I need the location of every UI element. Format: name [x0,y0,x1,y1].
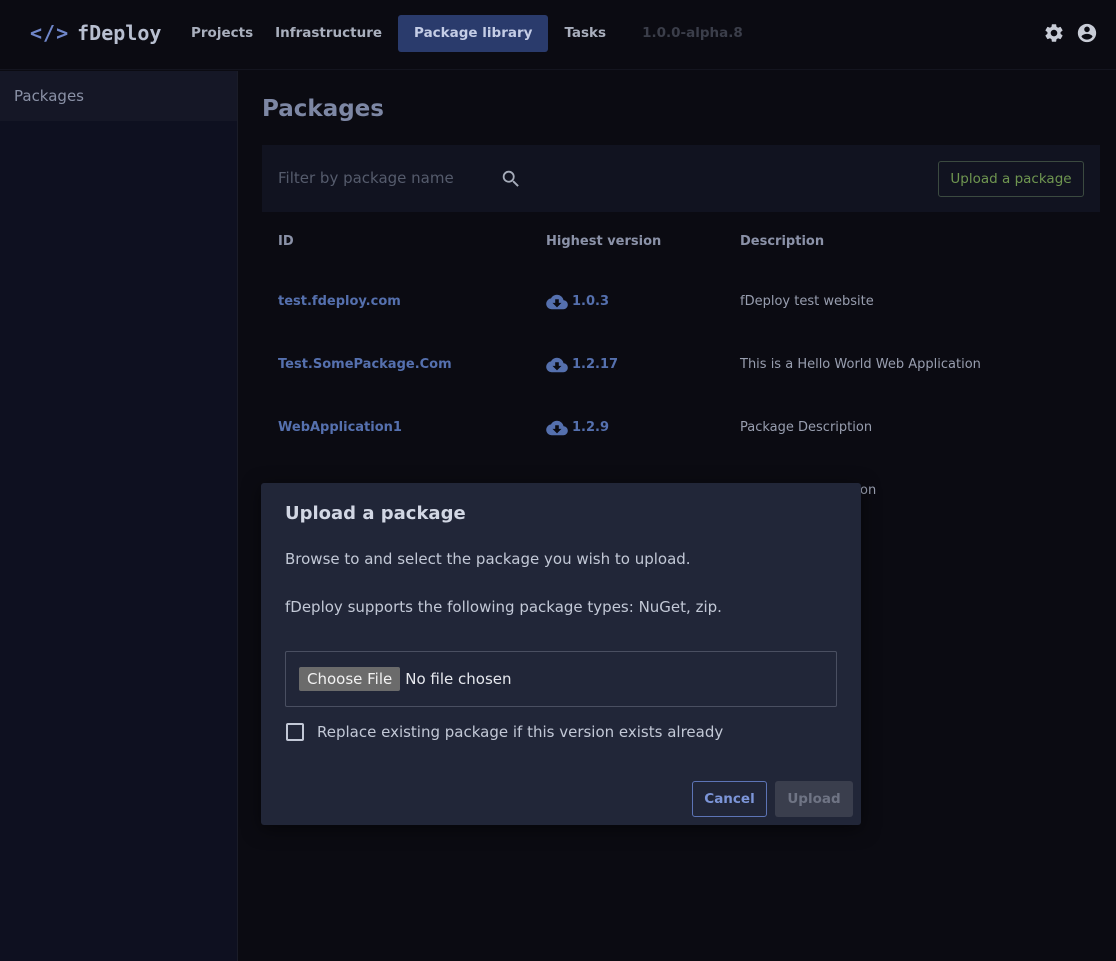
replace-existing-checkbox[interactable] [286,723,304,741]
replace-existing-label: Replace existing package if this version… [317,723,724,741]
sidebar-item-packages[interactable]: Packages [0,71,237,121]
nav-package-library[interactable]: Package library [398,15,549,52]
filter-input[interactable] [262,158,512,198]
account-circle-icon[interactable] [1076,22,1098,44]
cloud-download-icon [546,294,568,309]
version-label: 1.0.3 [572,294,610,309]
file-status: No file chosen [405,670,512,688]
package-description: Package Description [740,420,873,435]
main-content: Packages Upload a package ID Highest ver… [262,71,1100,459]
table-row: WebApplication1 1.2.9 Package Descriptio… [262,396,1100,459]
header-description: Description [740,233,825,249]
upload-package-button[interactable]: Upload a package [938,161,1084,197]
sidebar: Packages [0,71,238,961]
package-toolbar: Upload a package [262,145,1100,212]
nav-projects[interactable]: Projects [180,15,264,52]
gear-icon[interactable] [1043,22,1065,44]
nav-infrastructure[interactable]: Infrastructure [264,15,393,52]
search-icon [502,170,519,187]
main-nav: Projects Infrastructure Package library … [180,15,743,52]
app-name: fDeploy [77,21,162,45]
table-row: test.fdeploy.com 1.0.3 fDeploy test webs… [262,270,1100,333]
download-version-link[interactable]: 1.0.3 [546,293,740,311]
nav-tasks[interactable]: Tasks [553,15,617,52]
app-version: 1.0.0-alpha.8 [642,25,743,41]
code-brackets-icon: </> [30,21,70,45]
cloud-download-icon [546,357,568,372]
replace-existing-option[interactable]: Replace existing package if this version… [286,723,723,741]
file-input[interactable]: Choose File No file chosen [285,651,837,707]
page-title: Packages [262,96,384,122]
choose-file-button[interactable]: Choose File [299,667,401,691]
upload-button: Upload [775,781,853,817]
dialog-supported-types: fDeploy supports the following package t… [285,598,722,616]
version-label: 1.2.17 [572,357,619,372]
upload-package-dialog: Upload a package Browse to and select th… [261,483,861,825]
package-id-link[interactable]: test.fdeploy.com [278,294,401,309]
table-header: ID Highest version Description [262,212,1100,270]
cloud-download-icon [546,420,568,435]
header-id: ID [278,233,294,249]
header-version: Highest version [546,233,662,249]
package-id-link[interactable]: Test.SomePackage.Com [278,357,452,372]
version-label: 1.2.9 [572,420,610,435]
partial-row-description: on [860,483,877,498]
cancel-button[interactable]: Cancel [692,781,767,817]
dialog-instructions: Browse to and select the package you wis… [285,550,691,568]
top-icons [1043,22,1098,44]
packages-table: ID Highest version Description test.fdep… [262,212,1100,459]
download-version-link[interactable]: 1.2.17 [546,356,740,374]
package-description: fDeploy test website [740,294,874,309]
top-bar: </> fDeploy Projects Infrastructure Pack… [0,0,1116,70]
package-id-link[interactable]: WebApplication1 [278,420,402,435]
app-logo[interactable]: </> fDeploy [30,20,161,46]
package-description: This is a Hello World Web Application [740,357,981,372]
table-row: Test.SomePackage.Com 1.2.17 This is a He… [262,333,1100,396]
download-version-link[interactable]: 1.2.9 [546,419,740,437]
dialog-title: Upload a package [285,503,466,524]
